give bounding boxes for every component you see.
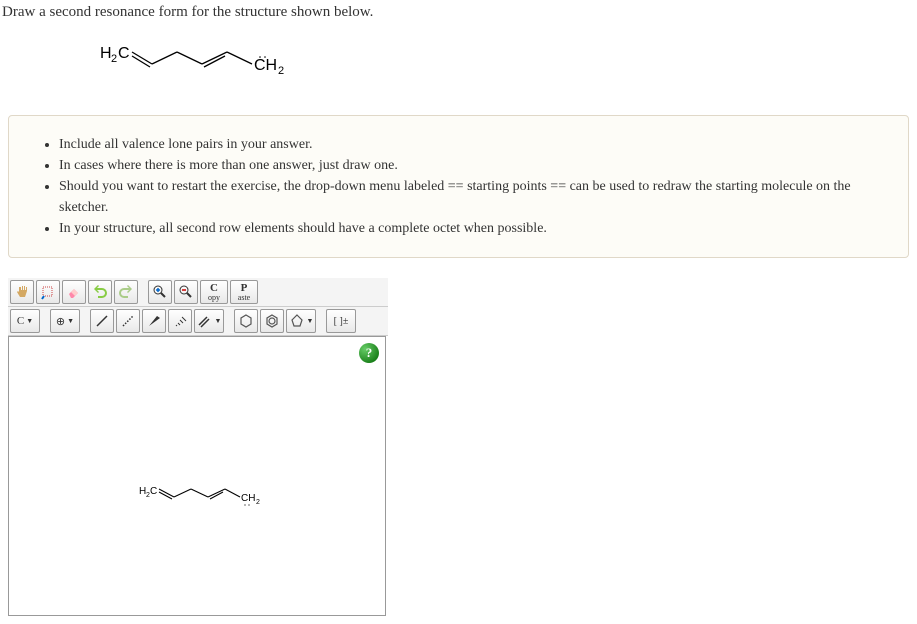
- svg-text:C: C: [150, 486, 157, 497]
- svg-text:2: 2: [256, 499, 260, 506]
- svg-text:CH: CH: [241, 493, 255, 504]
- dropdown-arrow-icon: ▼: [215, 317, 222, 325]
- element-label: C: [17, 315, 24, 327]
- instruction-item: In your structure, all second row elemen…: [59, 218, 888, 239]
- toolbar-row-2: C ▼ ⊕ ▼ ▼: [8, 307, 388, 336]
- benzene-button[interactable]: [260, 309, 284, 333]
- svg-text:2: 2: [278, 65, 284, 77]
- toolbar-row-1: C opy P aste: [8, 278, 388, 307]
- svg-text:CH: CH: [254, 57, 277, 74]
- dropdown-arrow-icon: ▼: [26, 317, 33, 325]
- molecule-sketcher: C opy P aste C ▼ ⊕ ▼: [8, 278, 388, 616]
- bracket-charge-button[interactable]: [ ]±: [326, 309, 356, 333]
- hash-wedge-bond-button[interactable]: [168, 309, 192, 333]
- hexagon-button[interactable]: [234, 309, 258, 333]
- charge-label: ⊕: [56, 315, 65, 328]
- hand-tool-button[interactable]: [10, 280, 34, 304]
- question-title: Draw a second resonance form for the str…: [0, 0, 917, 25]
- dropdown-arrow-icon: ▼: [307, 317, 314, 325]
- copy-button[interactable]: C opy: [200, 280, 228, 304]
- eraser-button[interactable]: [62, 280, 86, 304]
- paste-button[interactable]: P aste: [230, 280, 258, 304]
- dashed-bond-button[interactable]: [116, 309, 140, 333]
- instructions-box: Include all valence lone pairs in your a…: [8, 115, 909, 258]
- instruction-item: In cases where there is more than one an…: [59, 155, 888, 176]
- charge-dropdown[interactable]: ⊕ ▼: [50, 309, 80, 333]
- wedge-bond-button[interactable]: [142, 309, 166, 333]
- element-dropdown[interactable]: C ▼: [10, 309, 40, 333]
- single-bond-button[interactable]: [90, 309, 114, 333]
- paste-label-top: P: [241, 283, 248, 294]
- copy-label-bot: opy: [208, 294, 220, 302]
- copy-label-top: C: [210, 283, 218, 294]
- double-bond-dropdown[interactable]: ▼: [194, 309, 224, 333]
- drawing-canvas[interactable]: ? H 2 C CH 2: [8, 336, 386, 616]
- redo-button[interactable]: [114, 280, 138, 304]
- zoom-in-button[interactable]: [148, 280, 172, 304]
- svg-text:C: C: [118, 45, 130, 62]
- svg-text:2: 2: [111, 53, 117, 65]
- svg-text:H: H: [100, 45, 112, 62]
- zoom-out-button[interactable]: [174, 280, 198, 304]
- instruction-item: Include all valence lone pairs in your a…: [59, 134, 888, 155]
- pentagon-dropdown[interactable]: ▼: [286, 309, 316, 333]
- instruction-item: Should you want to restart the exercise,…: [59, 176, 888, 218]
- bracket-label: [ ]±: [334, 316, 349, 327]
- undo-button[interactable]: [88, 280, 112, 304]
- dropdown-arrow-icon: ▼: [67, 317, 74, 325]
- reference-structure: H 2 C CH 2: [0, 25, 917, 105]
- lasso-select-button[interactable]: [36, 280, 60, 304]
- paste-label-bot: aste: [238, 294, 250, 302]
